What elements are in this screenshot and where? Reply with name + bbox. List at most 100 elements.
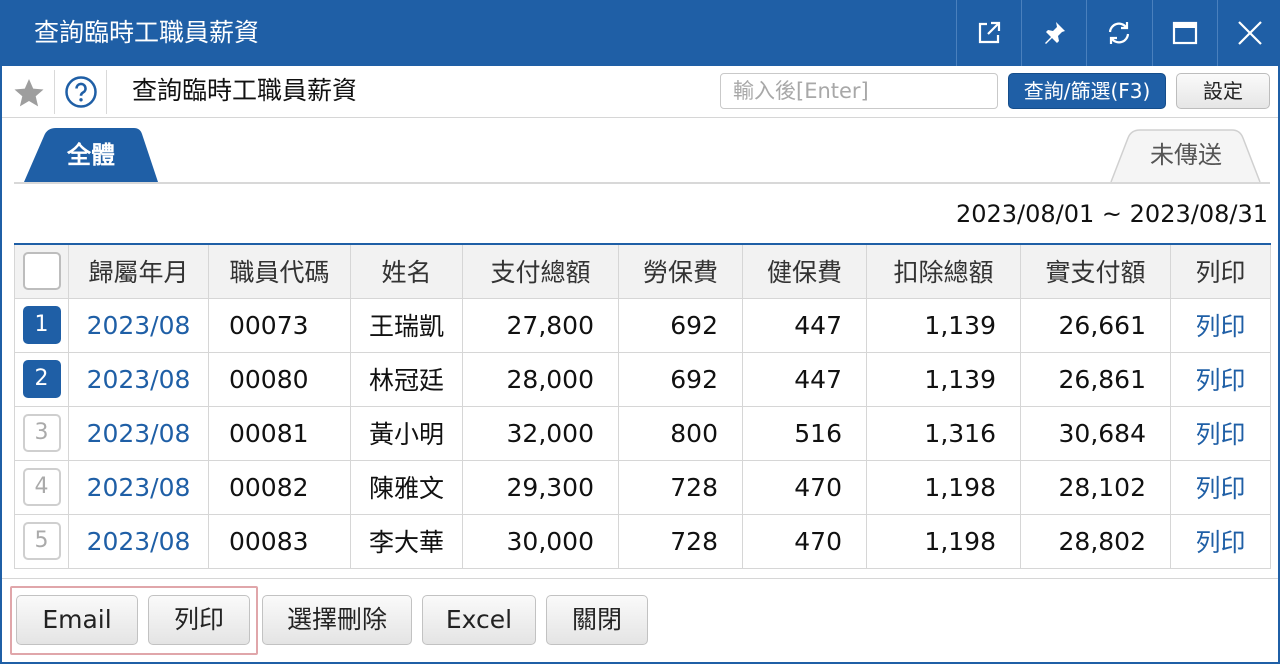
row-select-checkbox[interactable]: 2 (22, 360, 61, 398)
maximize-icon (1172, 21, 1197, 45)
header-total-deduction[interactable]: 扣除總額 (866, 243, 1021, 299)
total-deduction: 1,139 (866, 297, 1021, 353)
header-labor-insurance[interactable]: 勞保費 (618, 243, 743, 299)
print-button[interactable]: 列印 (148, 595, 250, 645)
close-icon (1237, 21, 1262, 45)
labor-insurance: 728 (618, 459, 743, 515)
gross-pay: 32,000 (462, 405, 619, 461)
print-link[interactable]: 列印 (1170, 351, 1271, 407)
total-deduction: 1,316 (866, 405, 1021, 461)
date-range: 2023/08/01 ~ 2023/08/31 (955, 200, 1268, 228)
health-insurance: 470 (742, 459, 867, 515)
window-title: 查詢臨時工職員薪資 (34, 18, 260, 47)
employee-name: 李大華 (350, 513, 463, 569)
table-header-row: 歸屬年月 職員代碼 姓名 支付總額 勞保費 健保費 扣除總額 實支付額 列印 (14, 243, 1271, 299)
header-net-pay[interactable]: 實支付額 (1020, 243, 1171, 299)
maximize-button[interactable] (1152, 0, 1216, 66)
health-insurance: 516 (742, 405, 867, 461)
table-row: 2 2023/08 00080 林冠廷 28,000 692 447 1,139… (14, 351, 1271, 407)
row-select-cell: 1 (14, 297, 69, 353)
row-select-checkbox[interactable]: 5 (22, 522, 61, 560)
row-select-cell: 4 (14, 459, 69, 515)
favorite-star-icon[interactable] (12, 76, 46, 110)
settings-button[interactable]: 設定 (1176, 73, 1270, 109)
labor-insurance: 728 (618, 513, 743, 569)
employee-code: 00082 (208, 459, 351, 515)
table-row: 1 2023/08 00073 王瑞凱 27,800 692 447 1,139… (14, 297, 1271, 353)
header-name[interactable]: 姓名 (350, 243, 463, 299)
health-insurance: 447 (742, 297, 867, 353)
external-link-button[interactable] (956, 0, 1020, 66)
help-icon[interactable] (64, 75, 98, 109)
search-input[interactable] (720, 73, 998, 109)
delete-selected-button[interactable]: 選擇刪除 (262, 595, 412, 645)
refresh-icon (1108, 22, 1129, 44)
row-select-cell: 2 (14, 351, 69, 407)
net-pay: 30,684 (1020, 405, 1171, 461)
table-row: 4 2023/08 00082 陳雅文 29,300 728 470 1,198… (14, 459, 1271, 515)
tabs-baseline (14, 182, 1270, 184)
net-pay: 26,861 (1020, 351, 1171, 407)
employee-code: 00073 (208, 297, 351, 353)
print-link[interactable]: 列印 (1170, 297, 1271, 353)
row-select-checkbox[interactable]: 4 (22, 468, 61, 506)
header-employee-code[interactable]: 職員代碼 (208, 243, 351, 299)
employee-code: 00080 (208, 351, 351, 407)
gross-pay: 28,000 (462, 351, 619, 407)
employee-name: 陳雅文 (350, 459, 463, 515)
tab-unsent[interactable]: 未傳送 (1110, 128, 1262, 182)
tab-unsent-label: 未傳送 (1150, 141, 1222, 169)
row-select-cell: 3 (14, 405, 69, 461)
gross-pay: 30,000 (462, 513, 619, 569)
toolbar: 查詢臨時工職員薪資 查詢/篩選(F3) 設定 (2, 66, 1278, 118)
row-select-checkbox[interactable]: 1 (22, 306, 61, 344)
employee-name: 黃小明 (350, 405, 463, 461)
employee-name: 王瑞凱 (350, 297, 463, 353)
period-link[interactable]: 2023/08 (68, 459, 209, 515)
pin-button[interactable] (1021, 0, 1085, 66)
select-all-checkbox[interactable] (22, 252, 61, 291)
salary-table: 歸屬年月 職員代碼 姓名 支付總額 勞保費 健保費 扣除總額 實支付額 列印 1… (14, 243, 1271, 569)
email-button[interactable]: Email (16, 595, 138, 645)
close-dialog-button[interactable]: 關閉 (546, 595, 648, 645)
external-link-icon (978, 21, 1000, 44)
select-all-cell (14, 243, 69, 299)
labor-insurance: 692 (618, 351, 743, 407)
print-link[interactable]: 列印 (1170, 459, 1271, 515)
print-link[interactable]: 列印 (1170, 405, 1271, 461)
period-link[interactable]: 2023/08 (68, 513, 209, 569)
tab-all[interactable]: 全體 (24, 128, 158, 182)
app-window: 查詢臨時工職員薪資 查詢臨時工職員薪資 輸入後[Enter] 查詢/篩選(F3)… (0, 0, 1280, 664)
period-link[interactable]: 2023/08 (68, 405, 209, 461)
header-health-insurance[interactable]: 健保費 (742, 243, 867, 299)
title-bar: 查詢臨時工職員薪資 (2, 0, 1280, 66)
row-select-checkbox[interactable]: 3 (22, 414, 61, 452)
excel-button[interactable]: Excel (422, 595, 536, 645)
table-row: 5 2023/08 00083 李大華 30,000 728 470 1,198… (14, 513, 1271, 569)
total-deduction: 1,198 (866, 459, 1021, 515)
total-deduction: 1,139 (866, 351, 1021, 407)
employee-code: 00081 (208, 405, 351, 461)
period-link[interactable]: 2023/08 (68, 351, 209, 407)
employee-name: 林冠廷 (350, 351, 463, 407)
close-button[interactable] (1217, 0, 1280, 66)
table-row: 3 2023/08 00081 黃小明 32,000 800 516 1,316… (14, 405, 1271, 461)
print-link[interactable]: 列印 (1170, 513, 1271, 569)
footer-divider (2, 578, 1278, 579)
health-insurance: 470 (742, 513, 867, 569)
query-filter-button[interactable]: 查詢/篩選(F3) (1008, 73, 1166, 109)
gross-pay: 27,800 (462, 297, 619, 353)
toolbar-divider (54, 70, 55, 114)
net-pay: 26,661 (1020, 297, 1171, 353)
row-select-cell: 5 (14, 513, 69, 569)
header-period[interactable]: 歸屬年月 (68, 243, 209, 299)
header-gross-pay[interactable]: 支付總額 (462, 243, 619, 299)
toolbar-divider (106, 70, 107, 114)
pin-icon (1044, 22, 1065, 44)
period-link[interactable]: 2023/08 (68, 297, 209, 353)
health-insurance: 447 (742, 351, 867, 407)
net-pay: 28,102 (1020, 459, 1171, 515)
refresh-button[interactable] (1086, 0, 1150, 66)
gross-pay: 29,300 (462, 459, 619, 515)
employee-code: 00083 (208, 513, 351, 569)
